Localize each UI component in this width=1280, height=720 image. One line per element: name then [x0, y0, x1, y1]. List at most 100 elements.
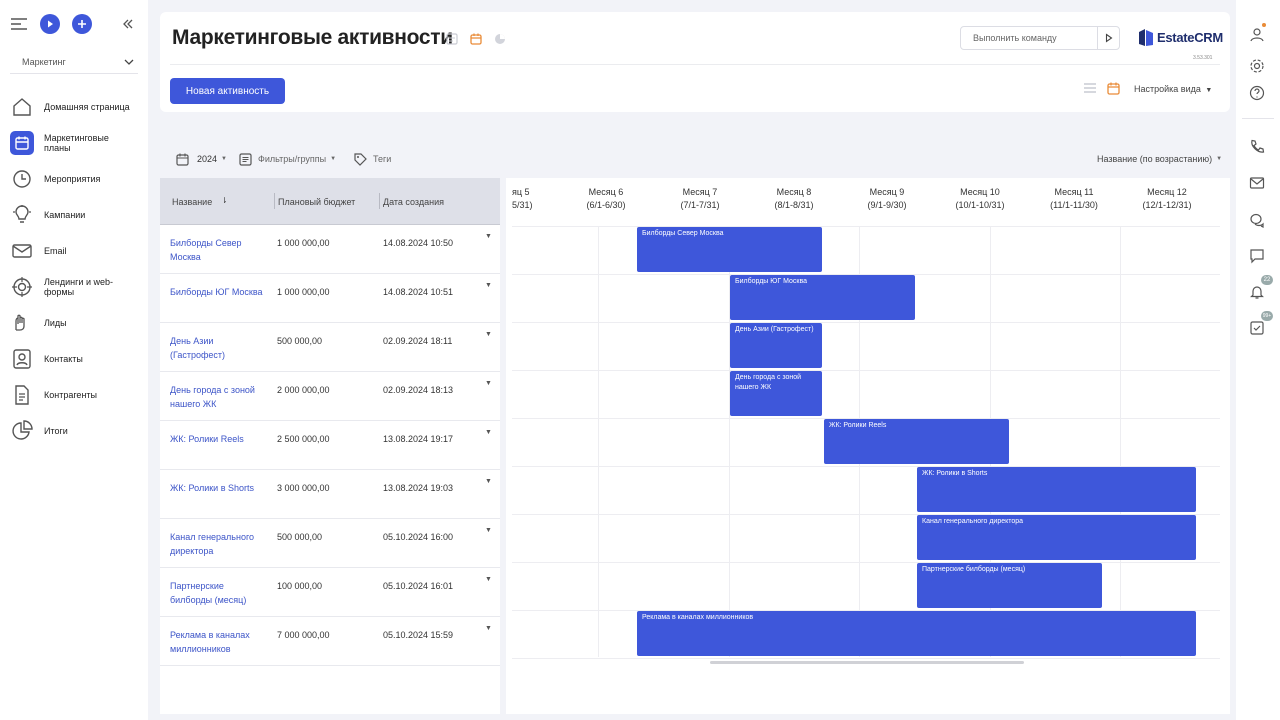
sidebar-item-leads[interactable]: Лиды — [10, 307, 140, 339]
version-label: 3.53.301 — [1193, 55, 1213, 61]
list-icon[interactable] — [445, 32, 459, 46]
row-expand-icon[interactable]: ▼ — [485, 527, 492, 534]
gantt-bar[interactable]: День города с зоной нашего ЖК — [730, 371, 822, 416]
date-cell: 13.08.2024 19:03 — [383, 483, 454, 493]
menu-icon[interactable] — [9, 15, 29, 33]
sort-selector[interactable]: Название (по возрастанию) ▼ — [1097, 152, 1222, 166]
play-outline-icon — [1105, 33, 1112, 43]
command-input[interactable]: Выполнить команду — [960, 26, 1120, 50]
gantt-bar[interactable]: Канал генерального директора — [917, 515, 1196, 560]
add-icon[interactable] — [72, 14, 92, 34]
table-row[interactable]: День города с зоной нашего ЖК 2 000 000,0… — [160, 372, 500, 421]
row-expand-icon[interactable]: ▼ — [485, 429, 492, 436]
column-header-name[interactable]: Название — [172, 197, 212, 207]
calendar-view-icon[interactable] — [469, 32, 483, 46]
activity-name-link[interactable]: ЖК: Ролики в Shorts — [170, 482, 265, 496]
month-range: (9/1-9/30) — [867, 200, 907, 210]
row-expand-icon[interactable]: ▼ — [485, 233, 492, 240]
gantt-bar[interactable]: ЖК: Ролики в Shorts — [917, 467, 1196, 512]
view-settings-button[interactable]: Настройка вида ▼ — [1134, 84, 1212, 94]
sidebar-item-home[interactable]: Домашняя страница — [10, 91, 140, 123]
tasks-icon[interactable] — [1247, 318, 1267, 338]
horizontal-scrollbar[interactable] — [710, 661, 1024, 664]
filters-button[interactable]: Фильтры/группы ▼ — [239, 152, 336, 166]
gantt-row-line — [512, 370, 1220, 371]
row-expand-icon[interactable]: ▼ — [485, 478, 492, 485]
phone-icon[interactable] — [1247, 137, 1267, 157]
year-value: 2024 — [197, 154, 218, 164]
column-header-date[interactable]: Дата создания — [383, 197, 444, 207]
column-header-budget[interactable]: Плановый бюджет — [278, 197, 355, 207]
run-command-button[interactable] — [1097, 27, 1119, 49]
month-range: (12/1-12/31) — [1142, 200, 1192, 210]
logo-text: EstateCRM — [1157, 29, 1223, 45]
row-expand-icon[interactable]: ▼ — [485, 380, 492, 387]
column-divider[interactable] — [379, 193, 380, 209]
activity-name-link[interactable]: День Азии (Гастрофест) — [170, 335, 265, 362]
row-expand-icon[interactable]: ▼ — [485, 331, 492, 338]
mail-icon[interactable] — [1247, 173, 1267, 193]
gantt-bar[interactable]: День Азии (Гастрофест) — [730, 323, 822, 368]
notifications-icon[interactable] — [1247, 282, 1267, 302]
sidebar-item-results[interactable]: Итоги — [10, 415, 140, 447]
help-icon[interactable] — [1247, 83, 1267, 103]
gantt-view-icon[interactable] — [1106, 81, 1120, 95]
section-dropdown[interactable]: Маркетинг — [10, 50, 138, 74]
table-row[interactable]: Билборды ЮГ Москва 1 000 000,00 14.08.2024… — [160, 274, 500, 323]
date-cell: 02.09.2024 18:11 — [383, 336, 453, 346]
chat-icon[interactable] — [1247, 210, 1267, 230]
table-row[interactable]: ЖК: Ролики Reels 2 500 000,00 13.08.2024 1… — [160, 421, 500, 470]
user-profile-icon[interactable] — [1247, 23, 1267, 44]
sidebar-item-campaigns[interactable]: Кампании — [10, 199, 140, 231]
column-divider[interactable] — [274, 193, 275, 209]
table-row[interactable]: ЖК: Ролики в Shorts 3 000 000,00 13.08.202… — [160, 470, 500, 519]
table-row[interactable]: Билборды Север Москва 1 000 000,00 14.08.2… — [160, 225, 500, 274]
table-row[interactable]: День Азии (Гастрофест) 500 000,00 02.09.20… — [160, 323, 500, 372]
tag-icon — [354, 152, 367, 166]
activity-name-link[interactable]: Реклама в каналах миллионников — [170, 629, 265, 656]
activity-name-link[interactable]: ЖК: Ролики Reels — [170, 433, 265, 447]
rightbar-divider — [1242, 118, 1274, 119]
chart-view-icon[interactable] — [493, 32, 507, 46]
gantt-month-header: Месяц 9 (9/1-9/30) — [842, 186, 932, 212]
collapse-icon[interactable] — [119, 15, 137, 33]
year-selector[interactable]: 2024 ▼ — [176, 152, 227, 166]
left-sidebar: Маркетинг Домашняя страница Маркетинговы… — [0, 0, 148, 720]
calendar-icon — [10, 131, 34, 155]
settings-icon[interactable] — [1247, 56, 1267, 76]
date-cell: 14.08.2024 10:50 — [383, 238, 454, 248]
gantt-bar[interactable]: ЖК: Ролики Reels — [824, 419, 1009, 464]
row-expand-icon[interactable]: ▼ — [485, 576, 492, 583]
activity-name-link[interactable]: Канал генерального директора — [170, 531, 265, 558]
activity-name-link[interactable]: Билборды Север Москва — [170, 237, 265, 264]
row-expand-icon[interactable]: ▼ — [485, 625, 492, 632]
budget-cell: 100 000,00 — [277, 581, 323, 591]
sidebar-item-email[interactable]: Email — [10, 235, 140, 267]
tags-label: Теги — [373, 154, 392, 164]
gantt-bar[interactable]: Билборды Север Москва — [637, 227, 822, 272]
row-expand-icon[interactable]: ▼ — [485, 282, 492, 289]
sidebar-item-events[interactable]: Мероприятия — [10, 163, 140, 195]
activity-name-link[interactable]: День города с зоной нашего ЖК — [170, 384, 265, 411]
play-icon[interactable] — [40, 14, 60, 34]
sidebar-item-counterparties[interactable]: Контрагенты — [10, 379, 140, 411]
list-view-icon[interactable] — [1083, 81, 1097, 95]
new-activity-button[interactable]: Новая активность — [170, 78, 285, 104]
message-icon[interactable] — [1247, 246, 1267, 266]
gantt-chart: яц 5 5/31) Месяц 6 (6/1-6/30) Месяц 7 (7/1-7/… — [506, 178, 1230, 714]
gantt-bar[interactable]: Билборды ЮГ Москва — [730, 275, 915, 320]
sidebar-item-contacts[interactable]: Контакты — [10, 343, 140, 375]
activity-name-link[interactable]: Партнерские билборды (месяц) — [170, 580, 265, 607]
sidebar-item-landings[interactable]: Лендинги и web-формы — [10, 271, 140, 303]
table-row[interactable]: Канал генерального директора 500 000,00 05… — [160, 519, 500, 568]
activity-name-link[interactable]: Билборды ЮГ Москва — [170, 286, 265, 300]
tags-button[interactable]: Теги — [354, 152, 391, 166]
sort-icon[interactable]: ⇂ — [221, 196, 228, 205]
filters-label: Фильтры/группы — [258, 154, 327, 164]
gantt-bar[interactable]: Партнерские билборды (месяц) — [917, 563, 1102, 608]
gantt-bar[interactable]: Реклама в каналах миллионников — [637, 611, 1196, 656]
budget-cell: 500 000,00 — [277, 336, 323, 346]
table-row[interactable]: Партнерские билборды (месяц) 100 000,00 05… — [160, 568, 500, 617]
sidebar-item-marketing-plans[interactable]: Маркетинговые планы — [10, 127, 140, 159]
table-row[interactable]: Реклама в каналах миллионников 7 000 000,… — [160, 617, 500, 666]
